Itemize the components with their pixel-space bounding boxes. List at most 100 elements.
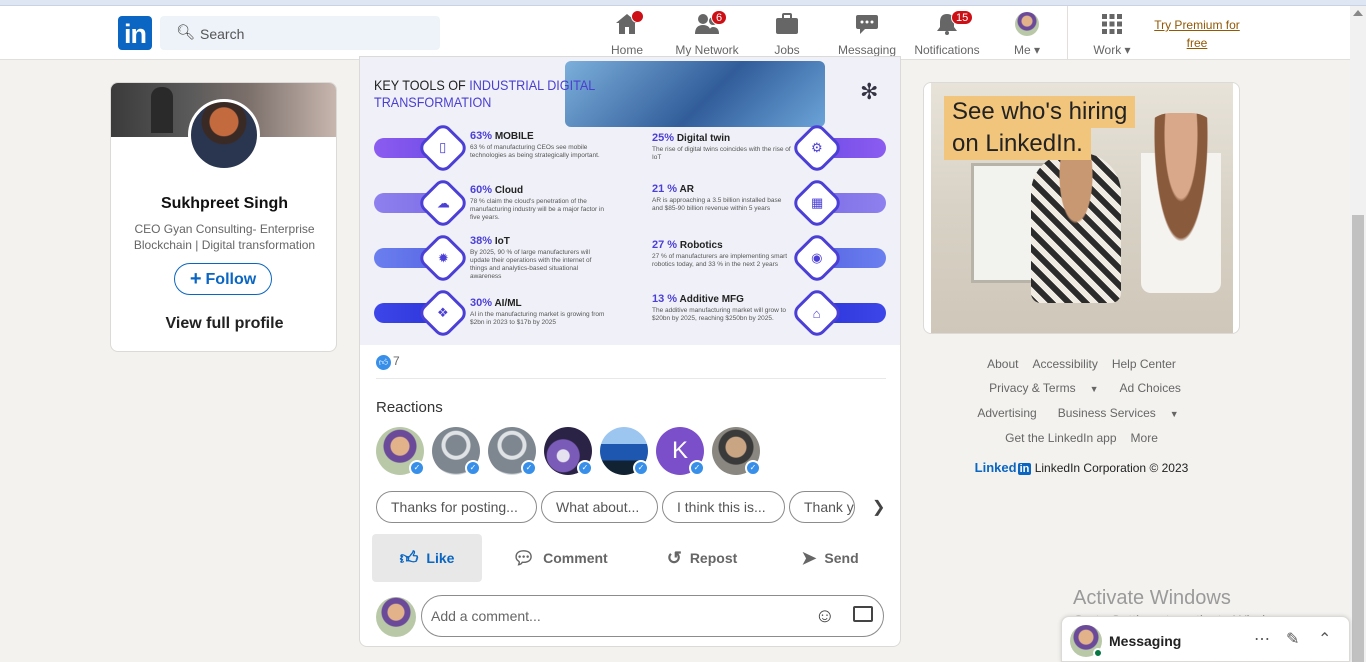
try-premium-link[interactable]: Try Premium for free (1150, 16, 1244, 52)
comment-button[interactable]: 💬︎ Comment (500, 534, 620, 582)
view-full-profile-link[interactable]: View full profile (111, 315, 336, 333)
nav-notifications-label: Notifications (914, 43, 980, 57)
nav-home[interactable]: Home (587, 10, 667, 57)
gyan-logo-icon: ✻ (860, 79, 879, 104)
reactor-avatar[interactable]: ✓ (376, 427, 425, 476)
footer-more-link[interactable]: More (1131, 431, 1158, 445)
item-additive-title: 13 % Additive MFG (652, 293, 744, 305)
footer-ad-choices-link[interactable]: Ad Choices (1120, 381, 1181, 395)
messaging-icon (827, 12, 907, 36)
iot-icon: ✹ (416, 231, 470, 285)
robot-icon: ◉ (790, 231, 844, 285)
chevron-down-icon: ▾ (1033, 43, 1041, 57)
reactor-avatar[interactable]: ✓ (544, 427, 593, 476)
more-options-icon[interactable]: ⋯ (1254, 629, 1270, 649)
search-icon: 🔍︎ (176, 24, 196, 41)
activate-windows-title: Activate Windows (1073, 587, 1231, 609)
reactions-heading: Reactions (376, 399, 443, 416)
send-button[interactable]: ➤ Send (780, 534, 880, 582)
search-input[interactable]: 🔍︎ Search (160, 16, 440, 50)
like-label: Like (426, 550, 455, 566)
footer-business-services-link[interactable]: Business Services ▼ (1051, 406, 1186, 420)
item-iot-desc: By 2025, 90 % of large manufacturers wil… (470, 249, 592, 280)
online-status-dot (1093, 648, 1103, 658)
nav-jobs[interactable]: Jobs (747, 12, 827, 57)
like-button[interactable]: 👍︎ Like (372, 534, 482, 582)
reaction-count-value: 7 (393, 354, 400, 368)
reactor-avatar[interactable]: ✓ (600, 427, 649, 476)
scrollbar-thumb[interactable] (1352, 215, 1364, 662)
like-badge-icon: ✓ (577, 460, 593, 476)
image-icon[interactable] (853, 606, 873, 622)
messaging-overlay[interactable]: Messaging ⋯ ✎ ⌃ (1061, 616, 1350, 662)
infographic-header-illustration (565, 61, 825, 127)
linkedin-logo[interactable]: in (118, 16, 152, 50)
nav-my-network[interactable]: 6 My Network (667, 10, 747, 57)
profile-name[interactable]: Sukhpreet Singh (111, 195, 336, 213)
ad-headline-line1: See who's hiring (944, 96, 1136, 128)
comment-input[interactable]: Add a comment... ☺ (421, 595, 884, 637)
follow-button[interactable]: + Follow (174, 263, 272, 295)
chevron-right-icon[interactable]: ❯ (872, 497, 885, 517)
item-digital-twin-title: 25% Digital twin (652, 132, 731, 144)
suggested-comment-chip[interactable]: Thanks for posting... (376, 491, 537, 523)
reactor-avatar[interactable]: ✓ (488, 427, 537, 476)
comment-placeholder: Add a comment... (431, 608, 541, 624)
send-icon: ➤ (801, 547, 817, 568)
footer-help-center-link[interactable]: Help Center (1112, 357, 1176, 371)
footer-advertising-link[interactable]: Advertising (977, 406, 1036, 420)
item-robotics-desc: 27 % of manufacturers are implementing s… (652, 253, 788, 268)
suggested-comment-chip[interactable]: What about... (541, 491, 658, 523)
nav-home-label: Home (610, 43, 643, 57)
caret-down-icon: ▼ (1089, 384, 1099, 394)
nav-notifications[interactable]: 15 Notifications (907, 10, 987, 57)
nav-work[interactable]: Work ▾ (1072, 12, 1152, 57)
bell-icon: 15 (907, 10, 987, 36)
infographic-title: KEY TOOLS OF INDUSTRIAL DIGITAL TRANSFOR… (374, 77, 595, 111)
caret-down-icon: ▼ (1169, 409, 1179, 419)
hiring-ad[interactable]: See who's hiring on LinkedIn. (923, 82, 1240, 334)
send-label: Send (824, 550, 859, 566)
footer-accessibility-link[interactable]: Accessibility (1032, 357, 1097, 371)
footer-privacy-terms-link[interactable]: Privacy & Terms ▼ (982, 381, 1105, 395)
suggested-comment-chip[interactable]: I think this is... (662, 491, 785, 523)
infographic-title-highlight: INDUSTRIAL DIGITAL (469, 77, 596, 93)
nav-me[interactable]: Me ▾ (987, 12, 1067, 57)
repost-button[interactable]: ↺ Repost (642, 534, 762, 582)
chevron-down-icon: ▾ (1124, 43, 1131, 57)
profile-avatar[interactable] (188, 99, 260, 171)
post-infographic-image[interactable]: KEY TOOLS OF INDUSTRIAL DIGITAL TRANSFOR… (360, 57, 900, 345)
reaction-count[interactable]: 👍︎ 7 (376, 354, 400, 370)
divider (376, 378, 886, 379)
nav-work-label: Work (1093, 43, 1122, 57)
like-badge-icon: ✓ (409, 460, 425, 476)
chevron-up-icon[interactable]: ⌃ (1318, 629, 1331, 649)
search-placeholder: Search (200, 26, 245, 42)
item-aiml-title: 30% AI/ML (470, 297, 522, 309)
like-badge-icon: ✓ (745, 460, 761, 476)
nav-me-label: Me (1013, 43, 1031, 57)
me-avatar (987, 12, 1067, 36)
emoji-icon[interactable]: ☺ (815, 596, 835, 636)
copyright-text: LinkedIn Corporation © 2023 (1034, 461, 1189, 475)
home-badge-dot (631, 10, 644, 23)
repost-label: Repost (689, 550, 738, 566)
reactor-avatar[interactable]: ✓ (712, 427, 761, 476)
printer-3d-icon: ⌂ (790, 286, 844, 340)
footer-about-link[interactable]: About (987, 357, 1018, 371)
reactor-avatar[interactable]: ✓ (432, 427, 481, 476)
suggested-comment-chip[interactable]: Thank y (789, 491, 855, 523)
scroll-up-arrow-icon[interactable] (1353, 10, 1363, 16)
messaging-title: Messaging (1109, 633, 1182, 649)
home-icon (587, 10, 667, 36)
compose-icon[interactable]: ✎ (1286, 629, 1299, 649)
reactor-avatar[interactable]: K ✓ (656, 427, 705, 476)
ar-icon: ▦ (790, 176, 844, 230)
footer-get-app-link[interactable]: Get the LinkedIn app (1005, 431, 1116, 445)
cloud-icon: ☁ (416, 176, 470, 230)
follow-label: Follow (205, 271, 257, 288)
item-aiml-desc: AI in the manufacturing market is growin… (470, 311, 605, 326)
nav-messaging[interactable]: Messaging (827, 12, 907, 57)
comment-icon: 💬︎ (512, 547, 536, 568)
thumbs-up-icon: 👍︎ (399, 548, 419, 568)
